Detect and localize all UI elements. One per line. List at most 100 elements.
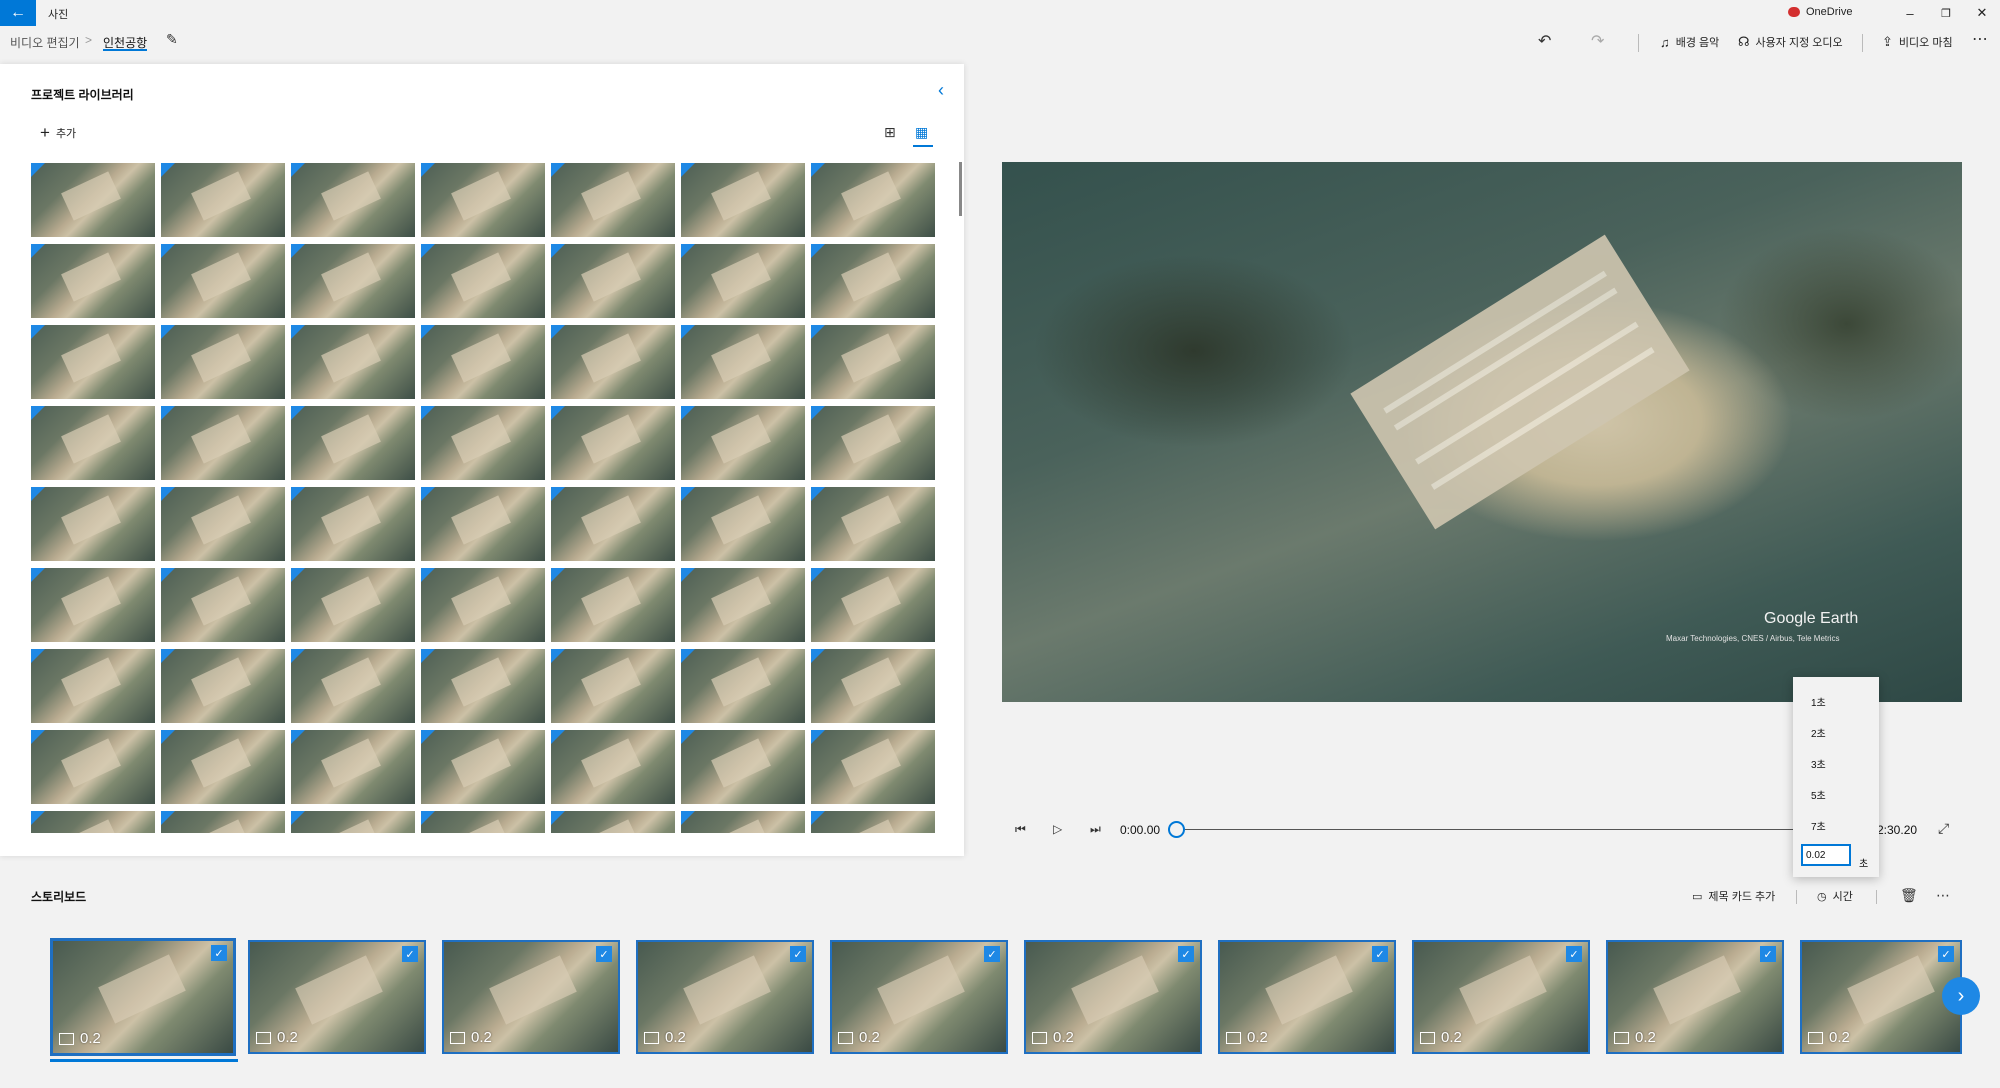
media-thumbnail[interactable]: [681, 406, 805, 480]
media-thumbnail[interactable]: [31, 811, 155, 833]
media-thumbnail[interactable]: [421, 163, 545, 237]
storyboard-clip[interactable]: ✓ 0.2: [442, 940, 620, 1054]
clip-checkbox-icon[interactable]: ✓: [1938, 946, 1954, 962]
background-music-button[interactable]: ♫ 배경 음악: [1660, 34, 1719, 50]
library-scrollbar[interactable]: [959, 162, 962, 216]
onedrive-status[interactable]: OneDrive: [1788, 6, 1852, 18]
media-thumbnail[interactable]: [31, 649, 155, 723]
collapse-library-chevron-icon[interactable]: ‹: [938, 80, 944, 101]
media-thumbnail[interactable]: [291, 568, 415, 642]
media-thumbnail[interactable]: [681, 244, 805, 318]
next-frame-icon[interactable]: ⏭: [1090, 822, 1101, 837]
media-thumbnail[interactable]: [421, 244, 545, 318]
storyboard-clip[interactable]: ✓ 0.2: [1024, 940, 1202, 1054]
duration-option[interactable]: 3초: [1811, 756, 1826, 771]
storyboard-next-chevron-icon[interactable]: ›: [1942, 977, 1980, 1015]
clip-checkbox-icon[interactable]: ✓: [1178, 946, 1194, 962]
media-thumbnail[interactable]: [291, 163, 415, 237]
large-thumbnail-view-icon[interactable]: ⊞: [884, 124, 896, 141]
media-thumbnail[interactable]: [811, 649, 935, 723]
breadcrumb-video-editor[interactable]: 비디오 편집기: [10, 34, 80, 51]
media-thumbnail[interactable]: [681, 487, 805, 561]
media-thumbnail[interactable]: [291, 730, 415, 804]
add-media-button[interactable]: + 추가: [40, 124, 76, 141]
media-thumbnail[interactable]: [161, 811, 285, 833]
media-thumbnail[interactable]: [291, 811, 415, 833]
fullscreen-expand-icon[interactable]: ⤢: [1938, 820, 1949, 837]
media-thumbnail[interactable]: [31, 568, 155, 642]
storyboard-clip[interactable]: ✓ 0.2: [1606, 940, 1784, 1054]
clip-checkbox-icon[interactable]: ✓: [596, 946, 612, 962]
play-icon[interactable]: ▷: [1053, 822, 1062, 836]
media-thumbnail[interactable]: [291, 325, 415, 399]
add-title-card-button[interactable]: ▭ 제목 카드 추가: [1692, 888, 1775, 904]
media-thumbnail[interactable]: [811, 811, 935, 833]
media-thumbnail[interactable]: [681, 649, 805, 723]
media-thumbnail[interactable]: [551, 730, 675, 804]
clip-checkbox-icon[interactable]: ✓: [402, 946, 418, 962]
seek-bar[interactable]: [1177, 829, 1793, 830]
clip-checkbox-icon[interactable]: ✓: [1566, 946, 1582, 962]
media-thumbnail[interactable]: [31, 163, 155, 237]
media-thumbnail[interactable]: [811, 244, 935, 318]
storyboard-clip[interactable]: ✓ 0.2: [1412, 940, 1590, 1054]
storyboard-clip[interactable]: ✓ 0.2: [830, 940, 1008, 1054]
media-thumbnail[interactable]: [291, 649, 415, 723]
close-button[interactable]: ✕: [1964, 0, 2000, 26]
media-thumbnail[interactable]: [161, 730, 285, 804]
storyboard-clip[interactable]: ✓ 0.2: [50, 938, 236, 1056]
more-options-icon[interactable]: ⋯: [1972, 29, 1988, 49]
media-thumbnail[interactable]: [291, 487, 415, 561]
clip-checkbox-icon[interactable]: ✓: [211, 945, 227, 961]
clip-checkbox-icon[interactable]: ✓: [790, 946, 806, 962]
media-thumbnail[interactable]: [421, 730, 545, 804]
media-thumbnail[interactable]: [681, 325, 805, 399]
media-thumbnail[interactable]: [681, 568, 805, 642]
media-thumbnail[interactable]: [421, 568, 545, 642]
undo-icon[interactable]: ↶: [1538, 31, 1551, 51]
media-thumbnail[interactable]: [31, 325, 155, 399]
duration-button[interactable]: ◷ 시간: [1817, 888, 1853, 904]
clip-checkbox-icon[interactable]: ✓: [984, 946, 1000, 962]
media-thumbnail[interactable]: [681, 730, 805, 804]
media-thumbnail[interactable]: [161, 244, 285, 318]
custom-audio-button[interactable]: ☊ 사용자 지정 오디오: [1738, 34, 1843, 50]
duration-option[interactable]: 5초: [1811, 787, 1826, 802]
media-thumbnail[interactable]: [421, 406, 545, 480]
media-thumbnail[interactable]: [811, 406, 935, 480]
small-thumbnail-view-icon[interactable]: ▦: [915, 124, 928, 141]
media-thumbnail[interactable]: [681, 811, 805, 833]
media-thumbnail[interactable]: [161, 487, 285, 561]
media-thumbnail[interactable]: [551, 325, 675, 399]
rename-pencil-icon[interactable]: ✎: [166, 31, 178, 48]
media-thumbnail[interactable]: [551, 406, 675, 480]
media-thumbnail[interactable]: [551, 487, 675, 561]
custom-duration-input[interactable]: 0.02: [1801, 844, 1851, 866]
finish-video-button[interactable]: ⇪ 비디오 마침: [1882, 34, 1953, 50]
storyboard-clip[interactable]: ✓ 0.2: [1218, 940, 1396, 1054]
media-thumbnail[interactable]: [291, 244, 415, 318]
storyboard-clip[interactable]: ✓ 0.2: [1800, 940, 1962, 1054]
media-thumbnail[interactable]: [161, 406, 285, 480]
storyboard-more-icon[interactable]: ⋯: [1936, 887, 1950, 904]
media-thumbnail[interactable]: [421, 487, 545, 561]
storyboard-clip[interactable]: ✓ 0.2: [248, 940, 426, 1054]
media-thumbnail[interactable]: [551, 163, 675, 237]
back-button[interactable]: ←: [0, 0, 36, 26]
media-thumbnail[interactable]: [31, 487, 155, 561]
media-thumbnail[interactable]: [811, 730, 935, 804]
media-thumbnail[interactable]: [161, 325, 285, 399]
media-thumbnail[interactable]: [31, 244, 155, 318]
media-thumbnail[interactable]: [421, 649, 545, 723]
media-thumbnail[interactable]: [551, 244, 675, 318]
media-thumbnail[interactable]: [421, 325, 545, 399]
clip-checkbox-icon[interactable]: ✓: [1372, 946, 1388, 962]
duration-option[interactable]: 2초: [1811, 725, 1826, 740]
media-thumbnail[interactable]: [811, 163, 935, 237]
storyboard-clip[interactable]: ✓ 0.2: [636, 940, 814, 1054]
media-thumbnail[interactable]: [551, 811, 675, 833]
media-thumbnail[interactable]: [421, 811, 545, 833]
restore-button[interactable]: ❐: [1928, 0, 1964, 26]
media-thumbnail[interactable]: [811, 487, 935, 561]
media-thumbnail[interactable]: [681, 163, 805, 237]
